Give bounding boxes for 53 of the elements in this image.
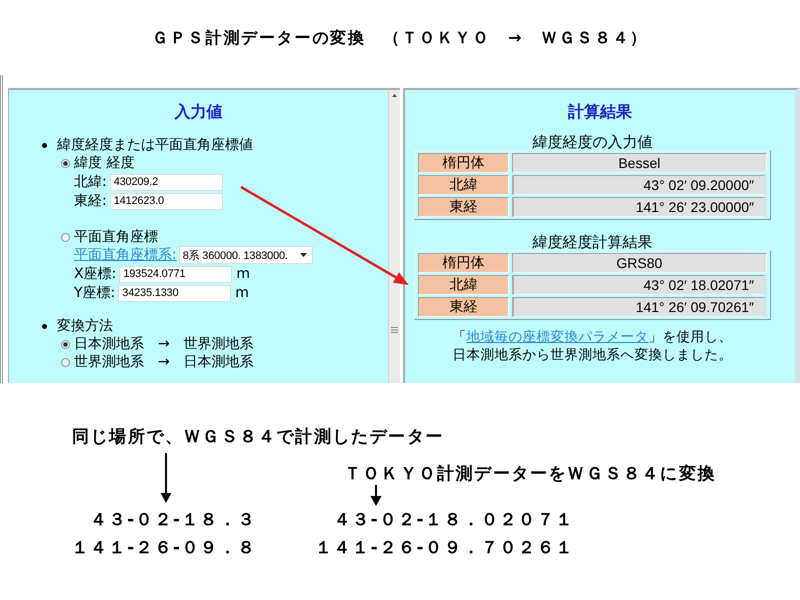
table-caption: 緯度経度計算結果	[532, 233, 652, 251]
row-header-cell: 東経	[418, 197, 509, 217]
value-cell: 43° 02′ 18.02071″	[512, 275, 767, 295]
input-field[interactable]: 430209.2	[110, 174, 223, 190]
table-caption: 緯度経度の入力値	[532, 133, 652, 151]
field-label: X座標:	[74, 265, 116, 283]
coordinate-value: １４１-２６-０９．７０２６１	[314, 538, 574, 558]
section-label: 変換方法	[57, 317, 113, 335]
panel-heading: 計算結果	[568, 102, 632, 121]
value-cell: GRS80	[512, 253, 767, 273]
bullet-icon	[42, 324, 47, 328]
radio-label: 緯度 経度	[74, 154, 134, 172]
radio-button[interactable]	[61, 158, 70, 168]
coordinate-value: ４３-０２-１８．３	[90, 510, 256, 530]
row-header-cell: 北緯	[418, 275, 509, 295]
coordinate-value: ４３-０２-１８．０２０７１	[333, 510, 574, 530]
bullet-icon	[42, 142, 47, 148]
value-cell: 141° 26′ 09.70261″	[512, 297, 767, 317]
scroll-up-icon[interactable]	[392, 94, 397, 97]
unit-label: m	[235, 285, 249, 301]
grip-icon	[391, 327, 398, 333]
panel-heading: 入力値	[174, 102, 222, 121]
radio-label: 世界測地系 → 日本測地系	[74, 353, 254, 371]
section-label: 緯度経度または平面直角座標値	[57, 136, 253, 154]
radio-label: 平面直角座標	[74, 228, 158, 246]
field-label: 北緯:	[74, 173, 107, 191]
row-header-cell: 北緯	[418, 175, 509, 195]
row-header-cell: 楕円体	[418, 253, 509, 273]
down-arrow	[370, 485, 382, 506]
value-cell: 141° 26′ 23.00000″	[512, 197, 767, 217]
row-header-cell: 東経	[418, 297, 509, 317]
scrollbar[interactable]	[388, 88, 400, 383]
annotation-label: ＴＯＫＹＯ計測データーをＷＧＳ８４に変換	[344, 464, 716, 484]
radio-button[interactable]	[61, 358, 70, 366]
coordinate-value: １４１-２６-０９．８	[71, 538, 256, 558]
unit-label: m	[236, 266, 250, 282]
field-label: Y座標:	[74, 284, 116, 302]
down-arrow	[160, 453, 172, 503]
caret-icon	[300, 253, 307, 257]
radio-button[interactable]	[61, 340, 70, 348]
conversion-note: 「地域毎の座標変換パラメータ」を使用し、 日本測地系から世界測地系へ変換しました。	[452, 328, 732, 364]
value-cell: Bessel	[512, 153, 767, 173]
page-title: ＧＰＳ計測データーの変換 （ＴＯＫＹＯ → ＷＧＳ８４）	[152, 28, 648, 47]
input-field[interactable]: 34235.1330	[118, 284, 232, 302]
input-field[interactable]: 1412623.0	[110, 192, 223, 210]
radio-label: 日本測地系 → 世界測地系	[74, 335, 254, 353]
row-header-cell: 楕円体	[418, 153, 509, 173]
radio-button[interactable]	[61, 232, 70, 242]
annotation-label: 同じ場所で、ＷＧＳ８４で計測したデーター	[72, 427, 444, 447]
value-cell: 43° 02′ 09.20000″	[512, 175, 767, 195]
coordinate-system-select[interactable]: 8系 360000. 1383000.	[178, 246, 313, 264]
input-field[interactable]: 193524.0771	[119, 266, 232, 282]
field-label: 東経:	[74, 192, 107, 210]
